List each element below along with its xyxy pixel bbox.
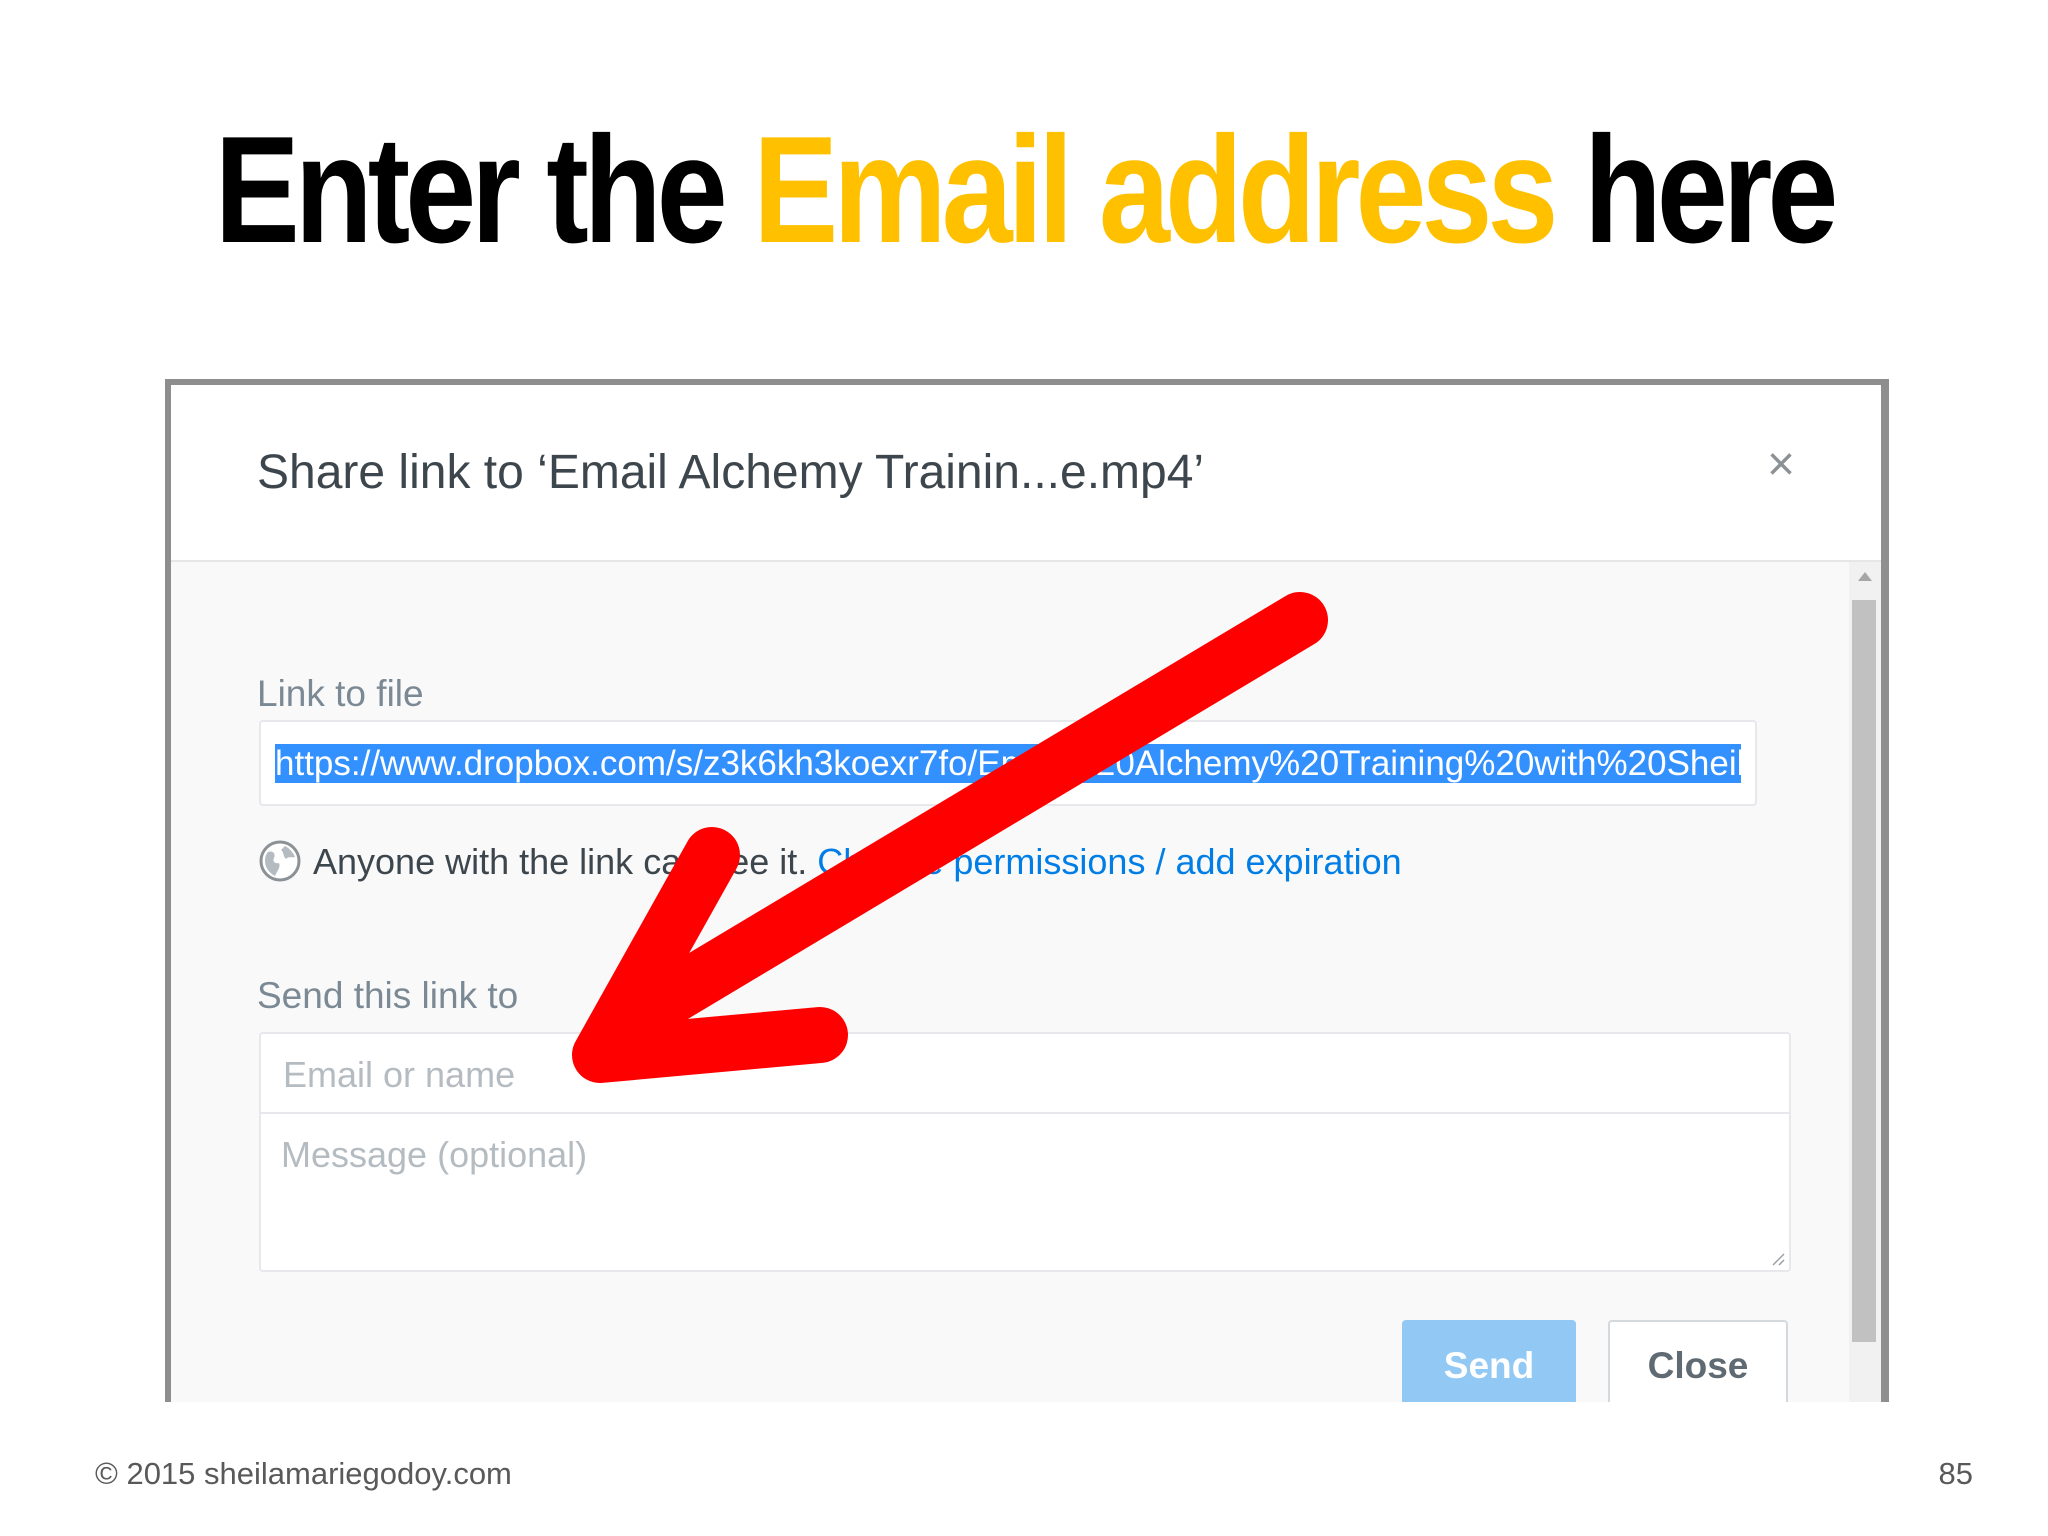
footer-copyright: © 2015 sheilamariegodoy.com [95,1456,512,1491]
red-arrow-annotation [572,592,1328,1083]
arrow-icon [572,592,1328,1083]
page-number: 85 [1938,1456,1973,1491]
